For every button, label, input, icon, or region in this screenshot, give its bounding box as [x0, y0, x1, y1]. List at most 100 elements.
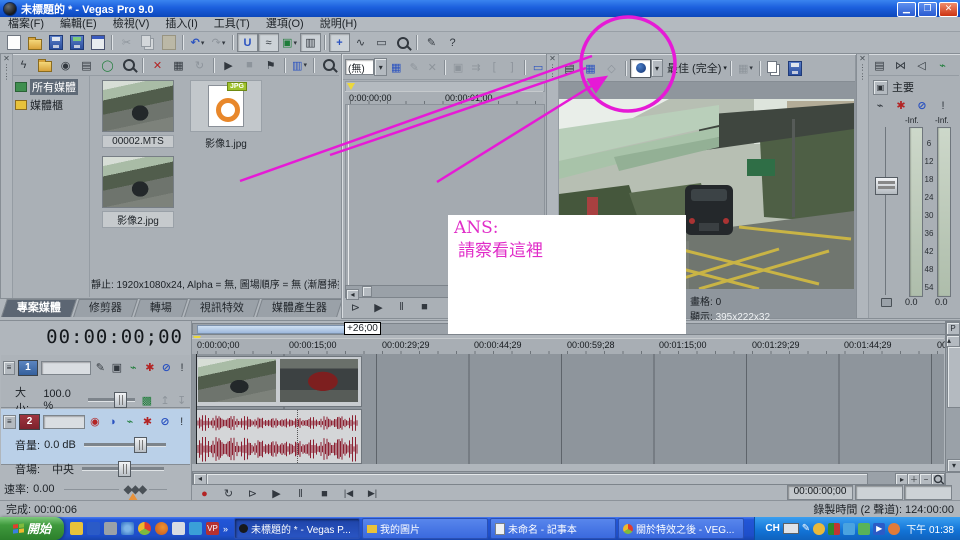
video-track-header[interactable]: ≡ 1 ✎ ▣ ⌁ ✱ ⊘ ! 大小: 100.0 % ▩ ↥ ↧	[1, 355, 190, 408]
save-markers-icon[interactable]: ▣	[449, 58, 467, 77]
track-fx-icon[interactable]: ⌁	[127, 358, 141, 377]
arm-record-icon[interactable]: ◉	[88, 412, 103, 431]
copy-icon[interactable]	[137, 33, 158, 52]
selection-end-box[interactable]	[904, 485, 952, 500]
bus-routing-icon[interactable]: ⌁	[932, 56, 953, 75]
whats-this-help-icon[interactable]: ?	[442, 33, 463, 52]
capture-video-icon[interactable]: ◉	[55, 56, 76, 75]
grid-overlay-icon[interactable]: ▦▾	[735, 59, 756, 78]
scroll-thumb[interactable]	[947, 346, 960, 408]
tray-shield-icon[interactable]	[813, 523, 825, 535]
parent-down-icon[interactable]: ↧	[175, 391, 188, 410]
project-properties-icon[interactable]: ▤	[559, 59, 580, 78]
size-slider[interactable]	[88, 398, 135, 402]
scroll-thumb[interactable]	[362, 286, 372, 297]
vp-icon[interactable]: VP	[206, 522, 219, 535]
external-monitor-icon[interactable]: ▦	[580, 59, 601, 78]
copy-frame-icon[interactable]	[764, 59, 785, 78]
transport-timecode[interactable]: 00:00:00;00	[787, 485, 853, 500]
audio-track-header[interactable]: ≡ 2 ◉ ◑ ⌁ ✱ ⊘ ! 音量: 0.0 dB 音場: 中	[1, 409, 190, 465]
refresh-icon[interactable]: ↻	[189, 56, 210, 75]
track-name-field[interactable]	[43, 415, 84, 429]
pen-tool-icon[interactable]: ✎	[421, 33, 442, 52]
scroll-down-icon[interactable]: ▾	[947, 459, 960, 472]
timeline-h-scrollbar[interactable]: ◂ ▸ ＋ −	[192, 471, 946, 485]
mixer-properties-icon[interactable]: ▤	[869, 56, 890, 75]
pan-slider[interactable]	[82, 467, 164, 471]
folder-icon[interactable]	[70, 522, 83, 535]
get-media-web-icon[interactable]: ◯	[97, 56, 118, 75]
paste-icon[interactable]	[158, 33, 179, 52]
envelope-tool-icon[interactable]: ∿	[350, 33, 371, 52]
track-motion-icon[interactable]: ✎	[94, 358, 108, 377]
downmix-icon[interactable]: ⋈	[890, 56, 911, 75]
ignore-grouping-icon[interactable]: ▥	[300, 33, 321, 52]
views-icon[interactable]: ▥▾	[289, 56, 310, 75]
visible-range-thumb[interactable]	[197, 325, 349, 334]
save-frame-icon[interactable]	[785, 59, 806, 78]
restore-button[interactable]: ❐	[918, 2, 937, 17]
quality-label-dropdown-icon[interactable]: ▾	[723, 64, 727, 72]
invert-phase-icon[interactable]: ◑	[105, 412, 120, 431]
selection-start-box[interactable]	[855, 485, 903, 500]
tab-project-media[interactable]: 專案媒體	[1, 299, 77, 317]
track-collapse-icon[interactable]: ≡	[3, 361, 15, 375]
undo-icon[interactable]: ↶▾	[187, 33, 208, 52]
media-item-video[interactable]: 00002.MTS	[102, 80, 174, 148]
video-fx-icon[interactable]: ◇	[601, 59, 622, 78]
properties-icon[interactable]	[87, 33, 108, 52]
lock-fader-icon[interactable]	[881, 298, 892, 307]
trimmer-history-combo[interactable]: (無)	[345, 59, 374, 75]
media-item-jpg1[interactable]: JPG 影像1.jpg	[190, 80, 262, 150]
menu-view[interactable]: 檢視(V)	[105, 17, 158, 31]
search-media-icon[interactable]	[118, 56, 139, 75]
taskbar-window-vegas[interactable]: 未標題的 * - Vegas P...	[234, 518, 360, 539]
mixer-dock-strip[interactable]: ✕⋮⋮	[857, 54, 869, 318]
taskbar-window-pictures[interactable]: 我的圖片	[362, 518, 488, 539]
save-icon[interactable]	[45, 33, 66, 52]
normal-edit-tool-icon[interactable]: +	[329, 33, 350, 52]
mail-icon[interactable]	[172, 522, 185, 535]
insert-fx-icon[interactable]: ⌁	[871, 96, 889, 115]
start-button[interactable]: 開始	[0, 517, 64, 540]
minimize-button[interactable]: ▁	[897, 2, 916, 17]
menu-insert[interactable]: 插入(I)	[157, 17, 205, 31]
media-item-jpg2[interactable]: 影像2.jpg	[102, 156, 174, 228]
parent-up-icon[interactable]: ↥	[159, 391, 172, 410]
quick-launch-more-icon[interactable]: »	[223, 524, 228, 534]
mark-out-icon[interactable]: ]	[503, 58, 521, 77]
quality-dropdown-icon[interactable]: ▾	[651, 59, 663, 77]
redo-icon[interactable]: ↷▾	[208, 33, 229, 52]
new-project-icon[interactable]	[3, 33, 24, 52]
pan-value[interactable]: 中央	[52, 461, 74, 477]
zoom-tool-icon[interactable]	[392, 33, 413, 52]
mute-icon[interactable]: ⊘	[160, 358, 174, 377]
play-from-start-button[interactable]: ⊳	[345, 298, 366, 317]
track-collapse-icon[interactable]: ≡	[3, 415, 16, 429]
automation-icon[interactable]: ✱	[140, 412, 155, 431]
timeline-timecode-display[interactable]: 00:00:00;00	[46, 326, 183, 348]
track-composite-icon[interactable]: ▣	[110, 358, 124, 377]
tab-media-generators[interactable]: 媒體產生器	[256, 299, 343, 317]
import-media-icon[interactable]	[34, 56, 55, 75]
tracks-canvas[interactable]	[192, 354, 944, 464]
scroll-left-icon[interactable]: ◂	[193, 473, 207, 485]
solo-icon[interactable]: !	[176, 358, 188, 377]
menu-help[interactable]: 說明(H)	[312, 17, 365, 31]
tray-update-icon[interactable]	[858, 523, 870, 535]
zoom-tool-icon[interactable]	[931, 473, 945, 485]
tree-item-all-media[interactable]: 所有媒體	[13, 78, 89, 96]
word-icon[interactable]	[87, 522, 100, 535]
quality-label[interactable]: 最佳 (完全)	[667, 60, 721, 76]
trim-edit-icon[interactable]: ✎	[405, 58, 423, 77]
volume-value[interactable]: 0.0 dB	[44, 439, 76, 451]
edit-cursor[interactable]	[196, 354, 197, 464]
edit-details-icon[interactable]: P	[946, 322, 960, 335]
taskbar-window-browser[interactable]: 關於特效之後 - VEG...	[618, 518, 744, 539]
tab-video-fx[interactable]: 視訊特效	[184, 299, 260, 317]
keyboard-icon[interactable]	[783, 523, 799, 534]
media-flag-icon[interactable]: ⚑	[260, 56, 281, 75]
messenger-icon[interactable]	[189, 522, 202, 535]
show-video-icon[interactable]: ▦	[387, 58, 405, 77]
master-bus-icon[interactable]: ▣	[873, 80, 888, 95]
